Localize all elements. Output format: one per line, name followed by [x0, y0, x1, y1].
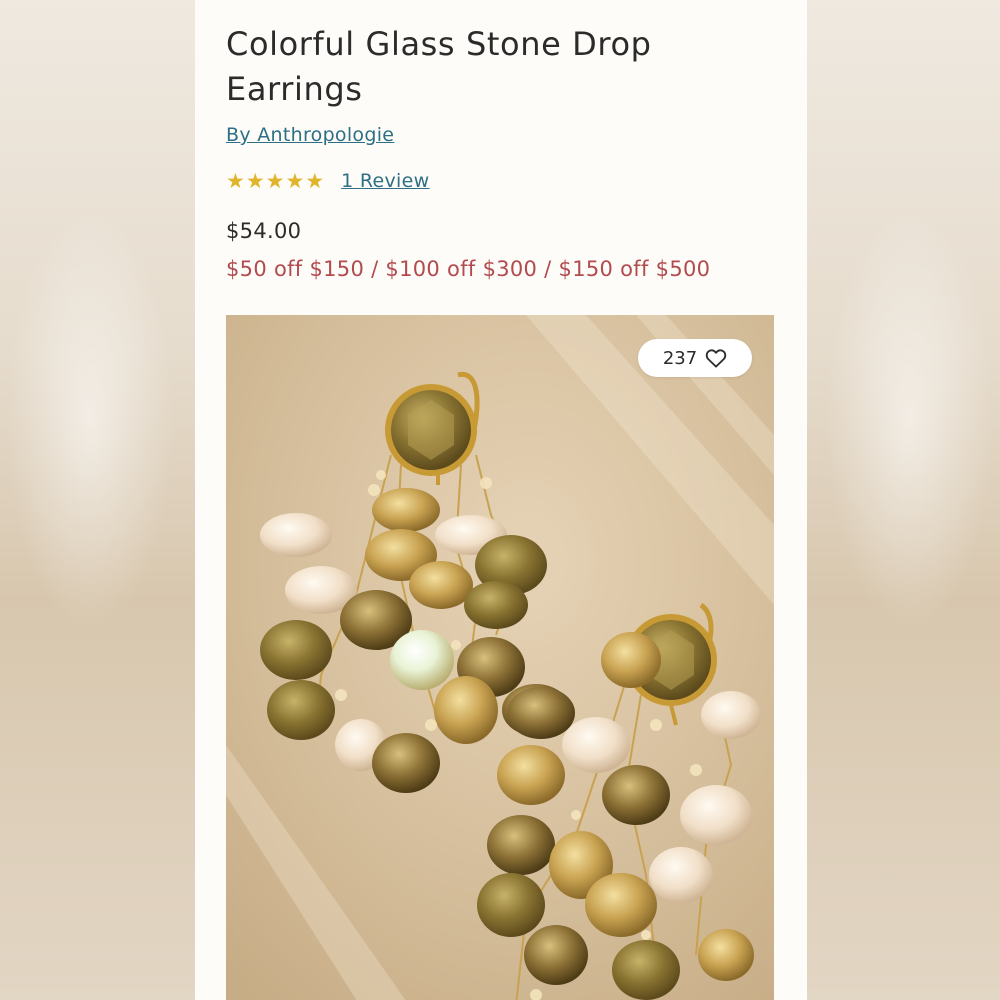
star-icon: ★	[226, 169, 245, 193]
earrings-illustration	[226, 315, 774, 1000]
review-link[interactable]: 1 Review	[341, 170, 429, 192]
rating-row: ★ ★ ★ ★ ★ 1 Review	[226, 168, 429, 194]
star-icon: ★	[265, 169, 285, 193]
brand-link[interactable]: By Anthropologie	[226, 124, 394, 146]
heart-outline-icon	[705, 348, 727, 368]
promo-text: $50 off $150 / $100 off $300 / $150 off …	[226, 257, 711, 281]
favorite-count: 237	[662, 347, 698, 369]
product-image[interactable]: 237	[226, 315, 774, 1000]
product-panel: Colorful Glass Stone Drop Earrings By An…	[195, 0, 807, 1000]
star-icon: ★	[285, 169, 305, 193]
product-title: Colorful Glass Stone Drop Earrings	[226, 25, 652, 108]
star-icon: ★	[245, 169, 265, 193]
star-rating: ★ ★ ★ ★ ★	[226, 168, 324, 194]
star-icon: ★	[305, 169, 325, 193]
product-price: $54.00	[226, 219, 302, 243]
favorite-button[interactable]: 237	[638, 339, 752, 377]
